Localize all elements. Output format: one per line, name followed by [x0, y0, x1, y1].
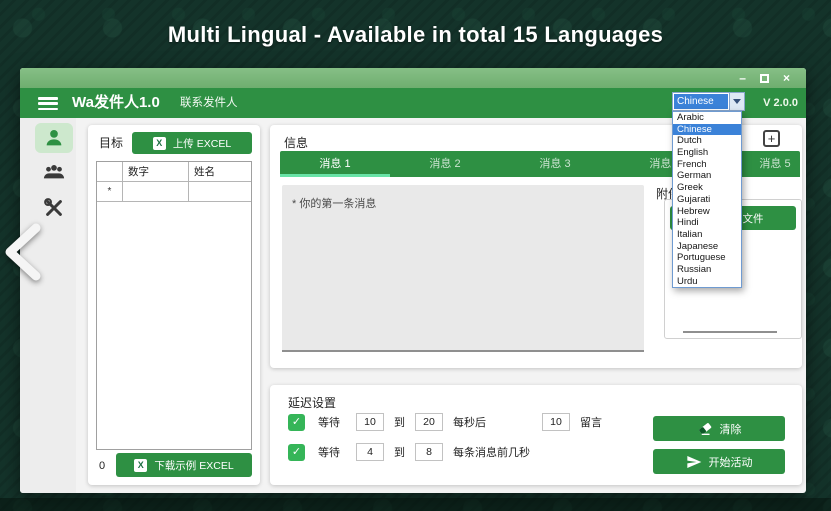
number-cell[interactable]	[123, 182, 189, 202]
wait-to-input[interactable]	[415, 413, 443, 431]
upload-excel-button[interactable]: X 上传 EXCEL	[132, 132, 252, 154]
wait-label: 等待	[318, 444, 340, 460]
sidebar-item-tools[interactable]	[40, 196, 68, 220]
tab-message-2[interactable]: 消息 2	[390, 151, 500, 177]
language-option[interactable]: Greek	[673, 182, 741, 194]
banner-title: Multi Lingual - Available in total 15 La…	[0, 22, 831, 48]
per-second-label: 每秒后	[453, 414, 486, 430]
message-title: 信息	[284, 134, 308, 151]
app-title: Wa发件人1.0	[72, 88, 160, 118]
to-label: 到	[394, 444, 405, 460]
contact-sender-link[interactable]: 联系发件人	[180, 88, 238, 118]
language-option[interactable]: Portuguese	[673, 252, 741, 264]
language-dropdown-list: Arabic Chinese Dutch English French Germ…	[672, 111, 742, 288]
contacts-table[interactable]: 数字 姓名 *	[96, 161, 252, 450]
language-option[interactable]: Gujarati	[673, 194, 741, 206]
window-titlebar: – ×	[20, 68, 806, 88]
start-campaign-button[interactable]: 开始活动	[653, 449, 785, 474]
excel-icon: X	[153, 137, 166, 150]
delay-row-2: 等待 到 每条消息前几秒	[288, 443, 530, 461]
language-option[interactable]: English	[673, 147, 741, 159]
message-count-input[interactable]	[542, 413, 570, 431]
checkbox-checked-icon[interactable]	[288, 414, 305, 431]
language-option[interactable]: Italian	[673, 229, 741, 241]
app-window: – × Wa发件人1.0 联系发件人 V 2.0.0 Chinese Arabi…	[20, 68, 806, 493]
language-option-selected[interactable]: Chinese	[673, 124, 741, 136]
language-option[interactable]: Hebrew	[673, 206, 741, 218]
wait-from-input-2[interactable]	[356, 443, 384, 461]
language-selected-value: Chinese	[674, 94, 728, 109]
message-textarea[interactable]: * 你的第一条消息	[282, 185, 644, 352]
target-title: 目标	[99, 134, 123, 151]
attachment-scrollbar[interactable]	[683, 331, 777, 333]
download-sample-excel-button[interactable]: X 下载示例 EXCEL	[116, 453, 252, 477]
version-label: V 2.0.0	[763, 88, 798, 118]
column-name: 姓名	[189, 162, 251, 182]
bottom-shadow-strip	[0, 498, 831, 511]
language-option[interactable]: German	[673, 170, 741, 182]
column-number: 数字	[123, 162, 189, 182]
chevron-down-icon[interactable]	[729, 93, 744, 110]
checkbox-checked-icon[interactable]	[288, 444, 305, 461]
delay-title: 延迟设置	[288, 394, 336, 411]
contact-count: 0	[99, 460, 105, 472]
close-icon[interactable]: ×	[783, 71, 790, 85]
language-option[interactable]: Japanese	[673, 241, 741, 253]
sidebar-item-contacts[interactable]	[35, 123, 73, 153]
target-panel: 目标 X 上传 EXCEL 数字 姓名 * 0 X 下载示例 EXCEL	[88, 125, 260, 485]
excel-icon: X	[134, 459, 147, 472]
people-icon	[42, 161, 66, 183]
eraser-icon	[697, 421, 713, 437]
table-header-row: 数字 姓名	[97, 162, 251, 182]
send-icon	[686, 454, 702, 470]
language-select[interactable]: Chinese	[672, 92, 745, 111]
tools-icon	[43, 197, 65, 219]
clear-label: 清除	[720, 421, 742, 437]
chevron-left-icon	[0, 222, 50, 282]
download-sample-label: 下载示例 EXCEL	[154, 458, 233, 473]
icon-sidebar	[20, 118, 76, 493]
leave-message-label: 留言	[580, 414, 602, 430]
maximize-icon[interactable]	[760, 74, 769, 83]
tab-message-1[interactable]: 消息 1	[280, 151, 390, 177]
name-cell[interactable]	[189, 182, 251, 202]
language-option[interactable]: Hindi	[673, 217, 741, 229]
to-label: 到	[394, 414, 405, 430]
language-option[interactable]: Dutch	[673, 135, 741, 147]
start-label: 开始活动	[709, 454, 753, 470]
person-icon	[43, 127, 65, 149]
row-marker: *	[97, 182, 123, 202]
language-option[interactable]: Arabic	[673, 112, 741, 124]
upload-excel-label: 上传 EXCEL	[173, 136, 231, 151]
language-option[interactable]: Russian	[673, 264, 741, 276]
add-message-tab-button[interactable]: +	[763, 130, 780, 147]
language-option[interactable]: Urdu	[673, 276, 741, 288]
clear-button[interactable]: 清除	[653, 416, 785, 441]
sidebar-item-groups[interactable]	[40, 160, 68, 184]
seconds-before-message-label: 每条消息前几秒	[453, 444, 530, 460]
wait-from-input[interactable]	[356, 413, 384, 431]
tab-message-3[interactable]: 消息 3	[500, 151, 610, 177]
table-row[interactable]: *	[97, 182, 251, 202]
delay-settings-panel: 延迟设置 等待 到 每秒后 留言 等待 到 每条消息前几秒	[270, 385, 802, 485]
wait-to-input-2[interactable]	[415, 443, 443, 461]
minimize-icon[interactable]: –	[739, 73, 746, 83]
wait-label: 等待	[318, 414, 340, 430]
collapse-panel-handle[interactable]	[0, 222, 50, 282]
language-option[interactable]: French	[673, 159, 741, 171]
hamburger-menu-icon[interactable]	[38, 97, 58, 110]
delay-row-1: 等待 到 每秒后 留言	[288, 413, 602, 431]
